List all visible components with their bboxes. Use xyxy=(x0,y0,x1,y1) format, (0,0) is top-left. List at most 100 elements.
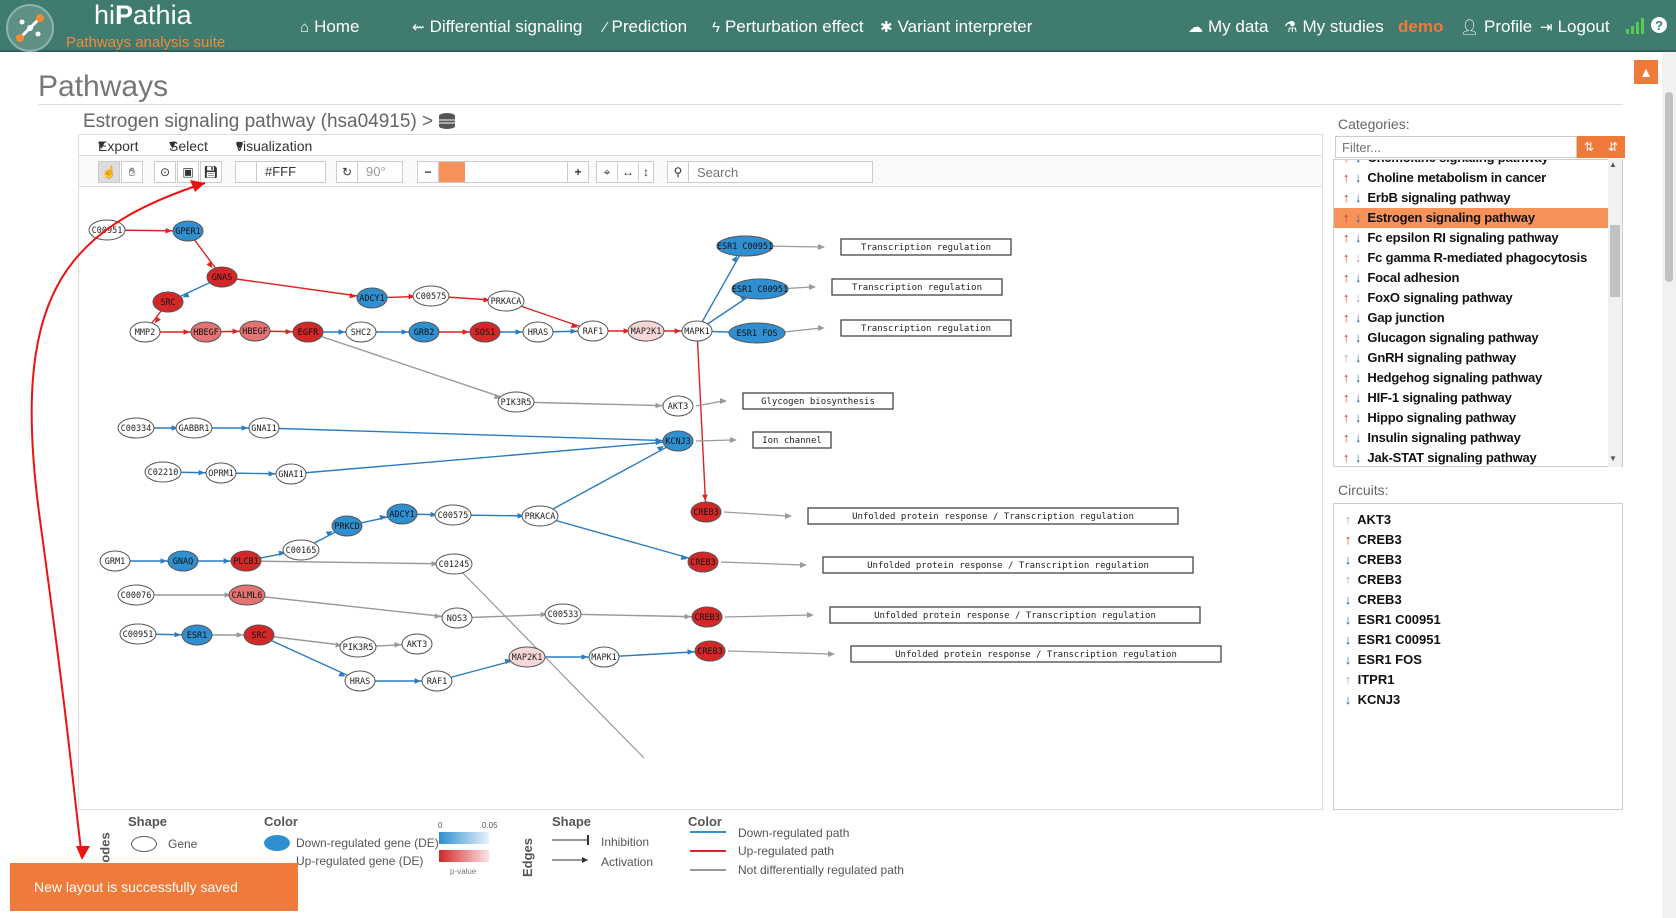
legend-nodes-title: odes xyxy=(97,832,113,863)
category-item[interactable]: ↑ ↓ Hippo signaling pathway xyxy=(1334,408,1608,428)
circuit-item[interactable]: ↓ ESR1 C00951 xyxy=(1342,630,1441,650)
gene-node-label: GNAI1 xyxy=(251,424,277,434)
legend-pvalue: p-value xyxy=(450,867,477,876)
category-item[interactable]: ↑ ↓ Focal adhesion xyxy=(1334,268,1608,288)
down-arrow-icon: ↓ xyxy=(1344,692,1352,707)
scroll-up-icon[interactable]: ▲ xyxy=(1609,160,1617,169)
function-edge-arrowhead xyxy=(828,651,835,657)
user-icon: 👤︎ xyxy=(1460,19,1480,36)
pan-tool-icon[interactable]: ✋︎ xyxy=(121,161,143,183)
select-menu[interactable]: Select ▾ xyxy=(169,136,208,154)
circuit-item[interactable]: ↓ ESR1 C00951 xyxy=(1342,610,1441,630)
category-item[interactable]: ↑ ↓ Estrogen signaling pathway xyxy=(1334,208,1608,228)
fit-icon[interactable]: ⌖ xyxy=(596,161,618,183)
category-label: Hedgehog signaling pathway xyxy=(1364,370,1543,385)
gene-node-label: CREB3 xyxy=(693,508,719,518)
nav-prediction[interactable]: ⁄ Prediction xyxy=(604,17,687,37)
circuit-item[interactable]: ↑ ITPR1 xyxy=(1342,670,1395,690)
sort-desc-icon[interactable]: ⇵ xyxy=(1601,136,1625,158)
nav-variant-interpreter[interactable]: ✱ Variant interpreter xyxy=(880,17,1032,37)
category-item[interactable]: ↑ ↓ Fc epsilon RI signaling pathway xyxy=(1334,228,1608,248)
circuit-item[interactable]: ↑ AKT3 xyxy=(1342,510,1391,530)
database-icon[interactable] xyxy=(438,112,456,130)
save-layout-icon[interactable]: 💾︎ xyxy=(200,161,222,183)
function-edge-arrowhead xyxy=(818,325,825,331)
category-item[interactable]: ↑ ↓ Gap junction xyxy=(1334,308,1608,328)
gene-node-label: PRKCD xyxy=(334,522,360,532)
edge-arrowhead xyxy=(394,642,402,648)
pathway-graph-canvas[interactable]: Transcription regulation Transcription re… xyxy=(79,188,1322,809)
rotate-icon[interactable]: ↻ xyxy=(336,161,358,183)
gene-node-label: C02210 xyxy=(148,468,179,478)
nav-logout[interactable]: ⇥ Logout xyxy=(1540,17,1610,37)
pointer-tool-icon[interactable]: ☝ xyxy=(98,161,120,183)
zoom-out-button[interactable]: − xyxy=(417,161,439,183)
category-item[interactable]: ↑ ↓ HIF-1 signaling pathway xyxy=(1334,388,1608,408)
category-filter-input[interactable] xyxy=(1335,136,1577,158)
category-item[interactable]: ↑ ↓ Hedgehog signaling pathway xyxy=(1334,368,1608,388)
nav-my-studies[interactable]: ⚗ My studies xyxy=(1284,17,1384,37)
gene-node-label: SOS1 xyxy=(475,328,495,338)
function-edge-arrowhead xyxy=(800,562,807,568)
up-arrow-icon: ↑ xyxy=(1342,390,1350,405)
category-scrollbar[interactable] xyxy=(1608,159,1622,467)
category-item[interactable]: ↑ ↓ GnRH signaling pathway xyxy=(1334,348,1608,368)
page-scrollbar-thumb[interactable] xyxy=(1665,92,1673,282)
help-icon[interactable]: ? xyxy=(1650,16,1668,34)
circuit-item[interactable]: ↓ CREB3 xyxy=(1342,590,1402,610)
nav-perturbation-effect[interactable]: ϟ Perturbation effect xyxy=(712,17,864,37)
edge xyxy=(603,650,711,658)
category-scrollbar-thumb[interactable] xyxy=(1610,225,1620,297)
gene-node-label: C00334 xyxy=(121,424,152,434)
edge-shape-symbols xyxy=(552,835,589,863)
nav-home[interactable]: ⌂ Home xyxy=(300,17,359,37)
category-item[interactable]: ↑ ↓ FoxO signaling pathway xyxy=(1334,288,1608,308)
nav-demo-user[interactable]: demo xyxy=(1398,17,1443,37)
circuit-item[interactable]: ↑ CREB3 xyxy=(1342,530,1402,550)
color-swatch[interactable] xyxy=(235,161,257,183)
search-icon: ⚲ xyxy=(667,161,689,183)
category-item[interactable]: ↑ ↓ Glucagon signaling pathway xyxy=(1334,328,1608,348)
visualization-menu[interactable]: visualization ▾ xyxy=(236,136,312,154)
circuit-item[interactable]: ↓ CREB3 xyxy=(1342,550,1402,570)
rotation-input[interactable]: 90° xyxy=(357,161,403,183)
legend-gene-label: Gene xyxy=(168,837,198,851)
export-menu[interactable]: Export ▾ xyxy=(98,136,138,154)
edge-arrowhead xyxy=(236,632,243,638)
category-item[interactable]: ↑ ↓ Fc gamma R-mediated phagocytosis xyxy=(1334,248,1608,268)
category-item[interactable]: ↑ ↓ Insulin signaling pathway xyxy=(1334,428,1608,448)
gene-node-label: AKT3 xyxy=(407,640,427,650)
brand-title[interactable]: hiPathia xyxy=(94,0,192,31)
category-item[interactable]: ↑ ↓ Choline metabolism in cancer xyxy=(1334,168,1608,188)
circuit-item[interactable]: ↑ CREB3 xyxy=(1342,570,1402,590)
gene-node-label: HRAS xyxy=(528,328,548,338)
category-item[interactable]: ↑ ↓ ErbB signaling pathway xyxy=(1334,188,1608,208)
zoom-slider[interactable] xyxy=(438,161,568,183)
gene-node-label: ADCY1 xyxy=(359,294,385,304)
image-export-icon[interactable]: ▣ xyxy=(177,161,199,183)
nav-my-data[interactable]: ☁ My data xyxy=(1188,17,1268,37)
fit-width-icon[interactable]: ↔ xyxy=(617,161,639,183)
gene-node-label: C00165 xyxy=(286,546,317,556)
category-item[interactable]: ↑ ↓ Jak-STAT signaling pathway xyxy=(1334,448,1608,466)
nav-differential-signaling[interactable]: ⇜ Differential signaling xyxy=(412,17,582,37)
circuit-item[interactable]: ↓ ESR1 FOS xyxy=(1342,650,1422,670)
edge-arrowhead xyxy=(687,649,695,655)
fit-height-icon[interactable]: ↕ xyxy=(638,161,654,183)
center-icon[interactable]: ⊙ xyxy=(154,161,176,183)
page-scrollbar[interactable] xyxy=(1662,52,1676,918)
flask-icon: ⚗ xyxy=(1284,19,1298,36)
up-arrow-icon: ↑ xyxy=(1342,350,1350,365)
nav-profile[interactable]: 👤︎ Profile xyxy=(1460,17,1532,37)
scroll-down-icon[interactable]: ▼ xyxy=(1609,454,1617,463)
category-item[interactable]: ↑↓ Chemokine signaling pathway xyxy=(1334,160,1608,168)
circuit-item[interactable]: ↓ KCNJ3 xyxy=(1342,690,1401,710)
node-search-input[interactable] xyxy=(688,161,873,183)
hipathia-logo[interactable] xyxy=(6,4,54,52)
function-label: Transcription regulation xyxy=(852,283,982,293)
zoom-in-button[interactable]: + xyxy=(567,161,589,183)
edge-arrowhead xyxy=(268,471,276,477)
scroll-top-button[interactable]: ▲ xyxy=(1634,60,1658,84)
background-color-input[interactable]: #FFF xyxy=(256,161,326,183)
sort-asc-icon[interactable]: ⇅ xyxy=(1577,136,1601,158)
